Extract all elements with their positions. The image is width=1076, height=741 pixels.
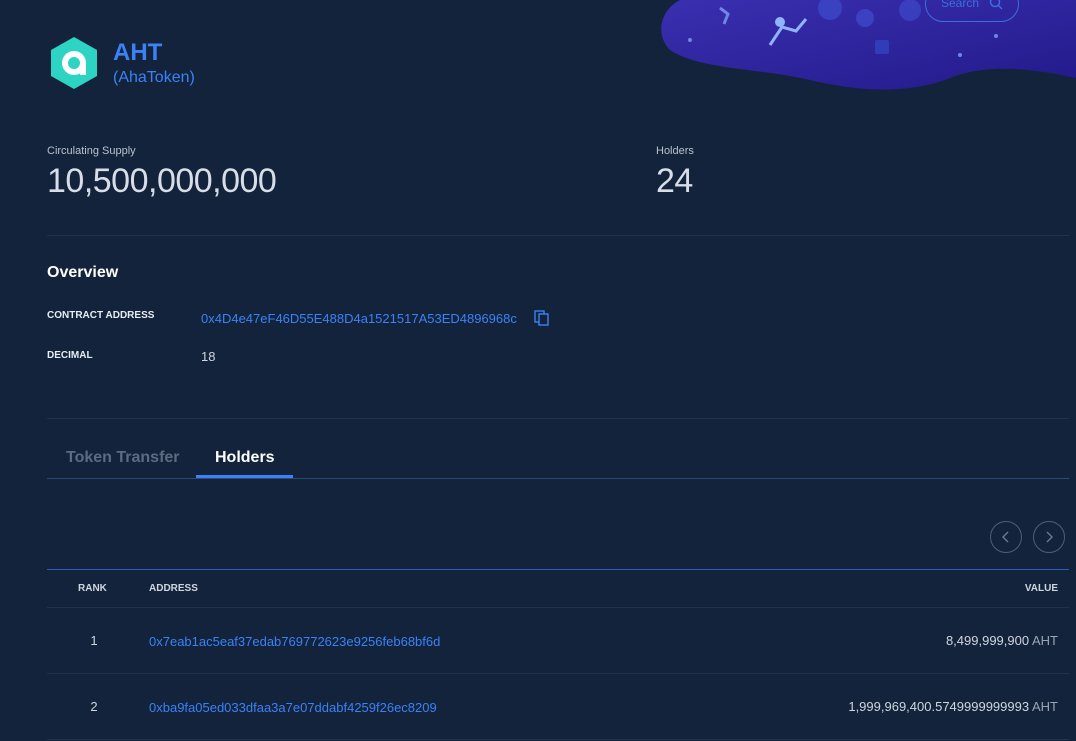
holder-value-unit: AHT <box>1032 699 1058 714</box>
divider <box>47 235 1069 236</box>
holders-label: Holders <box>656 145 694 157</box>
value-cell: 8,499,999,900 AHT <box>946 633 1058 648</box>
holder-value-unit: AHT <box>1032 633 1058 648</box>
row-divider <box>47 739 1069 740</box>
holder-value: 8,499,999,900 <box>945 633 1030 648</box>
token-symbol: AHT <box>113 39 163 66</box>
rank-cell: 2 <box>90 699 98 714</box>
token-logo-icon <box>51 37 97 89</box>
row-divider <box>47 673 1069 674</box>
divider <box>47 418 1069 419</box>
copy-icon[interactable] <box>533 309 551 327</box>
value-cell: 1,999,969,400.5749999999993 AHT <box>848 699 1058 714</box>
rank-cell: 1 <box>90 633 98 648</box>
search-icon <box>989 0 1003 10</box>
search-button-label: Search <box>940 0 980 10</box>
decimal-label: DECIMAL <box>47 350 93 361</box>
row-divider <box>47 607 1069 608</box>
holder-address-link[interactable]: 0x7eab1ac5eaf37edab769772623e9256feb68bf… <box>149 634 440 649</box>
rank-column-header: RANK <box>78 583 107 594</box>
chevron-left-icon <box>1002 531 1009 543</box>
tab-token-transfer[interactable]: Token Transfer <box>66 449 180 467</box>
decimal-value: 18 <box>201 349 216 364</box>
tabs-divider <box>47 478 1069 479</box>
next-page-button[interactable] <box>1033 521 1065 553</box>
chevron-right-icon <box>1046 531 1053 543</box>
table-top-border <box>47 569 1069 570</box>
address-column-header: ADDRESS <box>149 583 198 594</box>
contract-address-link[interactable]: 0x4D4e47eF46D55E488D4a1521517A53ED489696… <box>201 311 517 326</box>
holders-value: 24 <box>656 162 693 200</box>
circulating-supply-label: Circulating Supply <box>47 145 136 157</box>
search-button[interactable]: Search <box>925 0 1019 22</box>
token-name: (AhaToken) <box>113 69 195 86</box>
overview-title: Overview <box>47 264 119 281</box>
previous-page-button[interactable] <box>990 521 1022 553</box>
contract-address-label: CONTRACT ADDRESS <box>47 310 155 321</box>
value-column-header: VALUE <box>1024 583 1058 594</box>
circulating-supply-value: 10,500,000,000 <box>47 162 277 200</box>
holder-value: 1,999,969,400.5749999999993 <box>848 699 1030 714</box>
holder-address-link[interactable]: 0xba9fa05ed033dfaa3a7e07ddabf4259f26ec82… <box>149 700 437 715</box>
tab-holders[interactable]: Holders <box>215 449 275 467</box>
